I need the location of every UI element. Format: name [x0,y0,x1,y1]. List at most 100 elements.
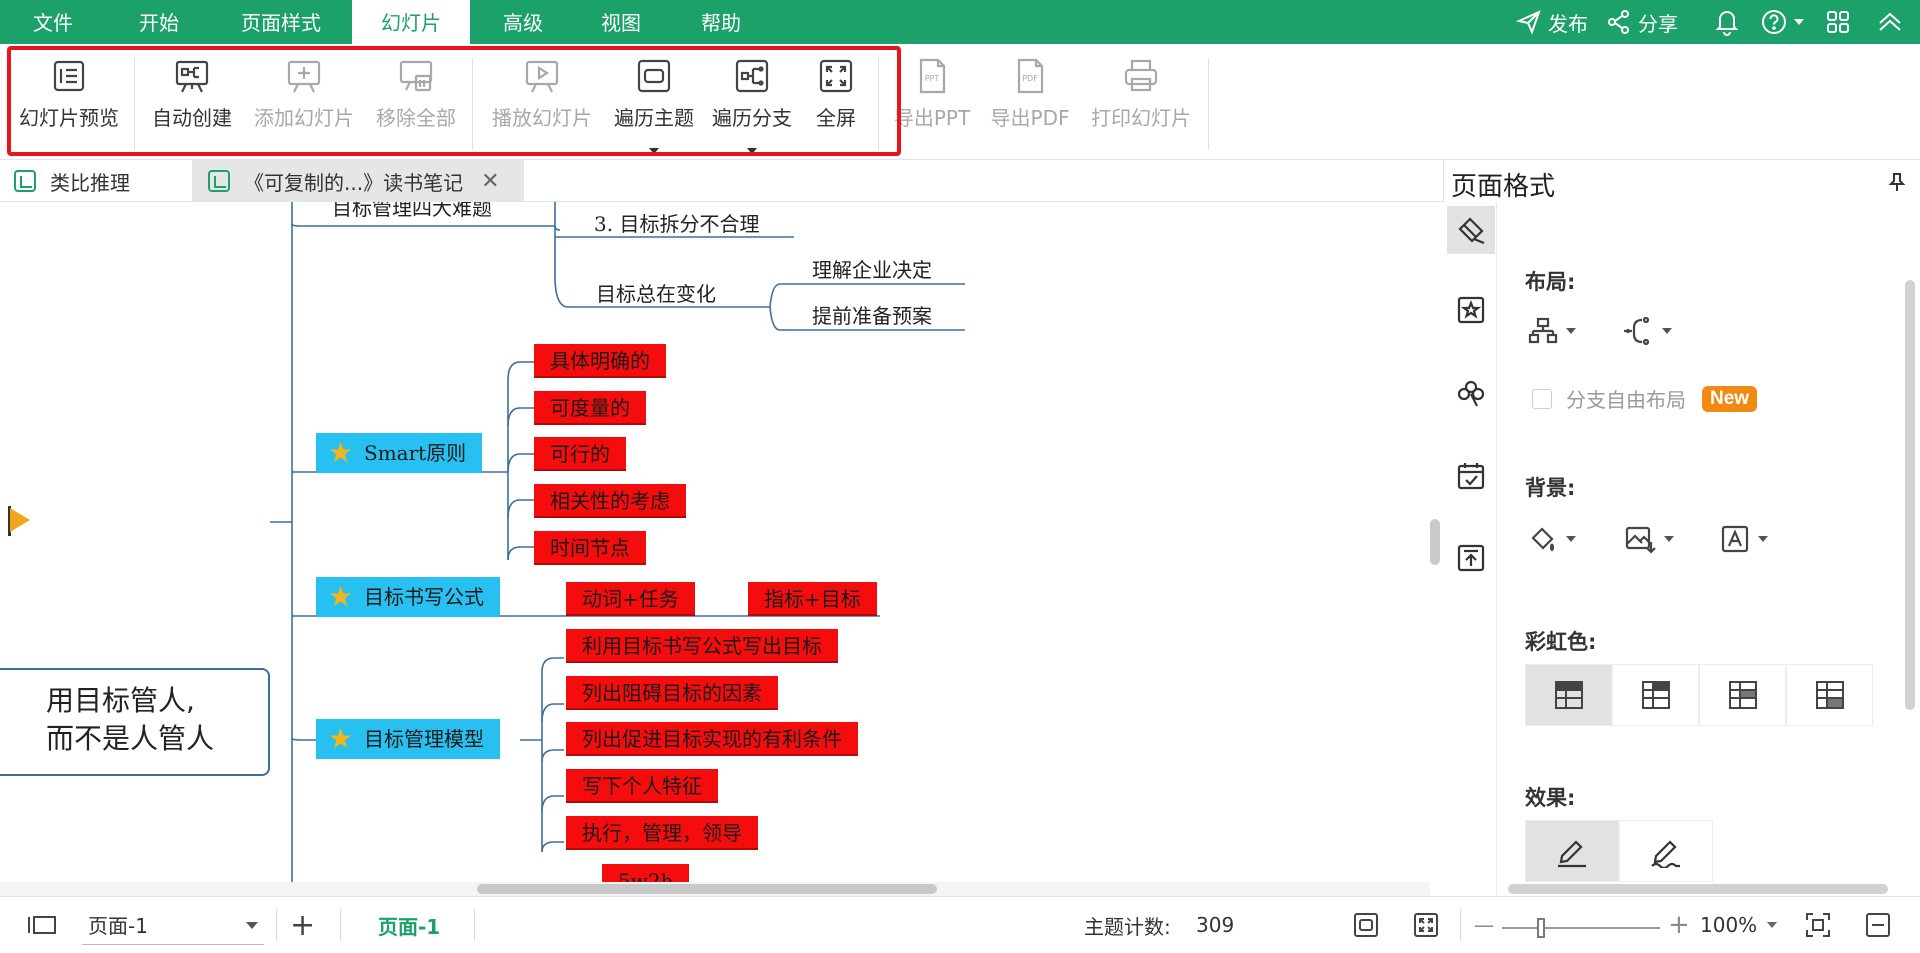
menu-advanced[interactable]: 高级 [484,0,562,44]
free-layout-checkbox[interactable] [1532,388,1552,409]
export-tab[interactable] [1447,534,1495,582]
topic-smart-principle[interactable]: ★ Smart原则 [316,433,483,473]
menu-file[interactable]: 文件 [14,0,92,44]
tab-analogy-reasoning[interactable]: 类比推理 [14,160,190,202]
icon-library-tab[interactable] [1447,286,1495,334]
background-image-dropdown[interactable] [1624,524,1674,554]
menu-help[interactable]: 帮助 [682,0,760,44]
topic-measurable[interactable]: 可度量的 [534,391,646,425]
topic-relevant[interactable]: 相关性的考虑 [534,484,686,518]
ppt-icon: PPT [919,58,946,94]
rainbow-option-1[interactable] [1525,664,1612,726]
topic-write-goal[interactable]: 利用目标书写公式写出目标 [566,629,838,663]
topic-split-unreasonable[interactable]: 3. 目标拆分不合理 [590,208,763,237]
background-fill-dropdown[interactable] [1528,524,1576,554]
menu-slides[interactable]: 幻灯片 [352,0,470,44]
topic-management-model[interactable]: ★ 目标管理模型 [316,719,500,759]
export-ppt-button[interactable]: PPT 导出PPT [890,56,974,146]
menu-start[interactable]: 开始 [120,0,198,44]
menu-page-style[interactable]: 页面样式 [222,0,340,44]
close-icon[interactable]: ✕ [481,169,499,194]
canvas-vertical-scroll-thumb[interactable] [1430,519,1440,565]
topic-personal-traits[interactable]: 写下个人特征 [566,769,718,803]
publish-button[interactable]: 发布 [1516,0,1588,44]
mindmap-file-icon [14,170,36,192]
traverse-topic-button[interactable]: 遍历主题 [608,56,700,154]
topic-goal-changing[interactable]: 目标总在变化 [592,278,720,307]
export-pdf-button[interactable]: PDF 导出PDF [986,56,1074,146]
pdf-icon: PDF [1017,58,1044,94]
layout-structure-dropdown[interactable] [1528,316,1576,346]
sidebar-toggle-button[interactable] [26,897,58,953]
task-tab[interactable] [1447,452,1495,500]
panel-vertical-scroll-thumb[interactable] [1905,280,1915,710]
add-slide-icon [287,60,321,93]
remove-all-button[interactable]: 移除全部 [370,56,462,146]
effect-option-handdrawn[interactable] [1619,820,1713,882]
play-slide-button[interactable]: 播放幻灯片 [486,56,598,146]
slide-preview-button[interactable]: 幻灯片预览 [14,56,124,146]
topic-execute-manage-lead[interactable]: 执行，管理，领导 [566,816,758,850]
apps-button[interactable] [1824,0,1852,44]
topic-understand-decision[interactable]: 理解企业决定 [808,254,936,283]
pin-icon[interactable] [1888,172,1906,196]
topic-5w2h[interactable]: 5w2h [602,864,690,882]
traverse-branch-button[interactable]: 遍历分支 [706,56,798,154]
rainbow-option-3[interactable] [1699,664,1786,726]
page-tab-1[interactable]: 页面-1 [378,897,440,953]
zoom-dropdown[interactable]: 100% [1700,897,1778,953]
free-layout-option[interactable]: 分支自由布局 New [1532,384,1758,413]
help-button[interactable] [1760,0,1804,44]
remove-all-label: 移除全部 [376,106,456,130]
menu-view[interactable]: 视图 [582,0,660,44]
clover-icon [1457,380,1485,407]
fullscreen-status-button[interactable] [1412,897,1440,953]
add-page-button[interactable]: + [290,897,315,953]
zoom-out-button[interactable]: — [1474,897,1494,953]
topic-writing-formula[interactable]: ★ 目标书写公式 [316,577,500,617]
toolbar-divider [1208,58,1209,150]
grid-palette-icon [1815,681,1844,709]
auto-create-button[interactable]: 自动创建 [146,56,238,146]
style-brush-tab[interactable] [1447,206,1495,254]
topic-verb-task[interactable]: 动词+任务 [566,582,695,616]
topic-four-problems[interactable]: 目标管理四大难题 [328,202,496,221]
mindmap-canvas[interactable]: 用目标管人, 而不是人管人 目标管理四大难题 3. 目标拆分不合理 目标总在变化… [0,202,1430,882]
fit-window-icon [1806,913,1830,937]
watermark-dropdown[interactable] [1720,524,1768,554]
zoom-in-button[interactable]: + [1668,897,1690,953]
grid-palette-icon [1641,681,1670,709]
topic-achievable[interactable]: 可行的 [534,437,626,471]
tab-reading-notes[interactable]: 《可复制的...》读书笔记 ✕ [192,160,524,202]
zoom-slider-track[interactable] [1502,927,1660,929]
fullscreen-button[interactable]: 全屏 [806,56,866,146]
topic-prepare-plan[interactable]: 提前准备预案 [808,300,936,329]
fit-page-button[interactable] [1352,897,1380,953]
rainbow-option-2[interactable] [1612,664,1699,726]
fit-window-button[interactable] [1804,897,1832,953]
panel-horizontal-scroll-thumb[interactable] [1508,884,1888,894]
share-button[interactable]: 分享 [1606,0,1678,44]
auto-create-icon [175,60,209,93]
branch-connector-dropdown[interactable] [1622,316,1672,346]
topic-favorable-conditions[interactable]: 列出促进目标实现的有利条件 [566,722,858,756]
topic-obstacles[interactable]: 列出阻碍目标的因素 [566,676,778,710]
rainbow-option-4[interactable] [1786,664,1873,726]
topic-specific[interactable]: 具体明确的 [534,344,666,378]
notification-button[interactable] [1714,0,1740,44]
zoom-slider-thumb[interactable] [1537,918,1545,938]
calendar-check-icon [1457,463,1485,490]
topic-time-bound[interactable]: 时间节点 [534,531,646,565]
format-panel [1443,160,1920,896]
canvas-horizontal-scroll-thumb[interactable] [477,884,937,894]
effect-option-plain[interactable] [1525,820,1619,882]
topic-metric-goal[interactable]: 指标+目标 [748,582,877,616]
print-slides-button[interactable]: 打印幻灯片 [1088,56,1194,146]
collapse-ribbon-button[interactable] [1876,0,1904,44]
minimize-panel-button[interactable] [1864,897,1892,953]
clipart-tab[interactable] [1447,370,1495,418]
text-box-icon [1721,525,1749,553]
page-select[interactable]: 页面-1 [82,905,264,945]
root-topic[interactable]: 用目标管人, 而不是人管人 [0,668,270,776]
add-slide-button[interactable]: 添加幻灯片 [248,56,360,146]
